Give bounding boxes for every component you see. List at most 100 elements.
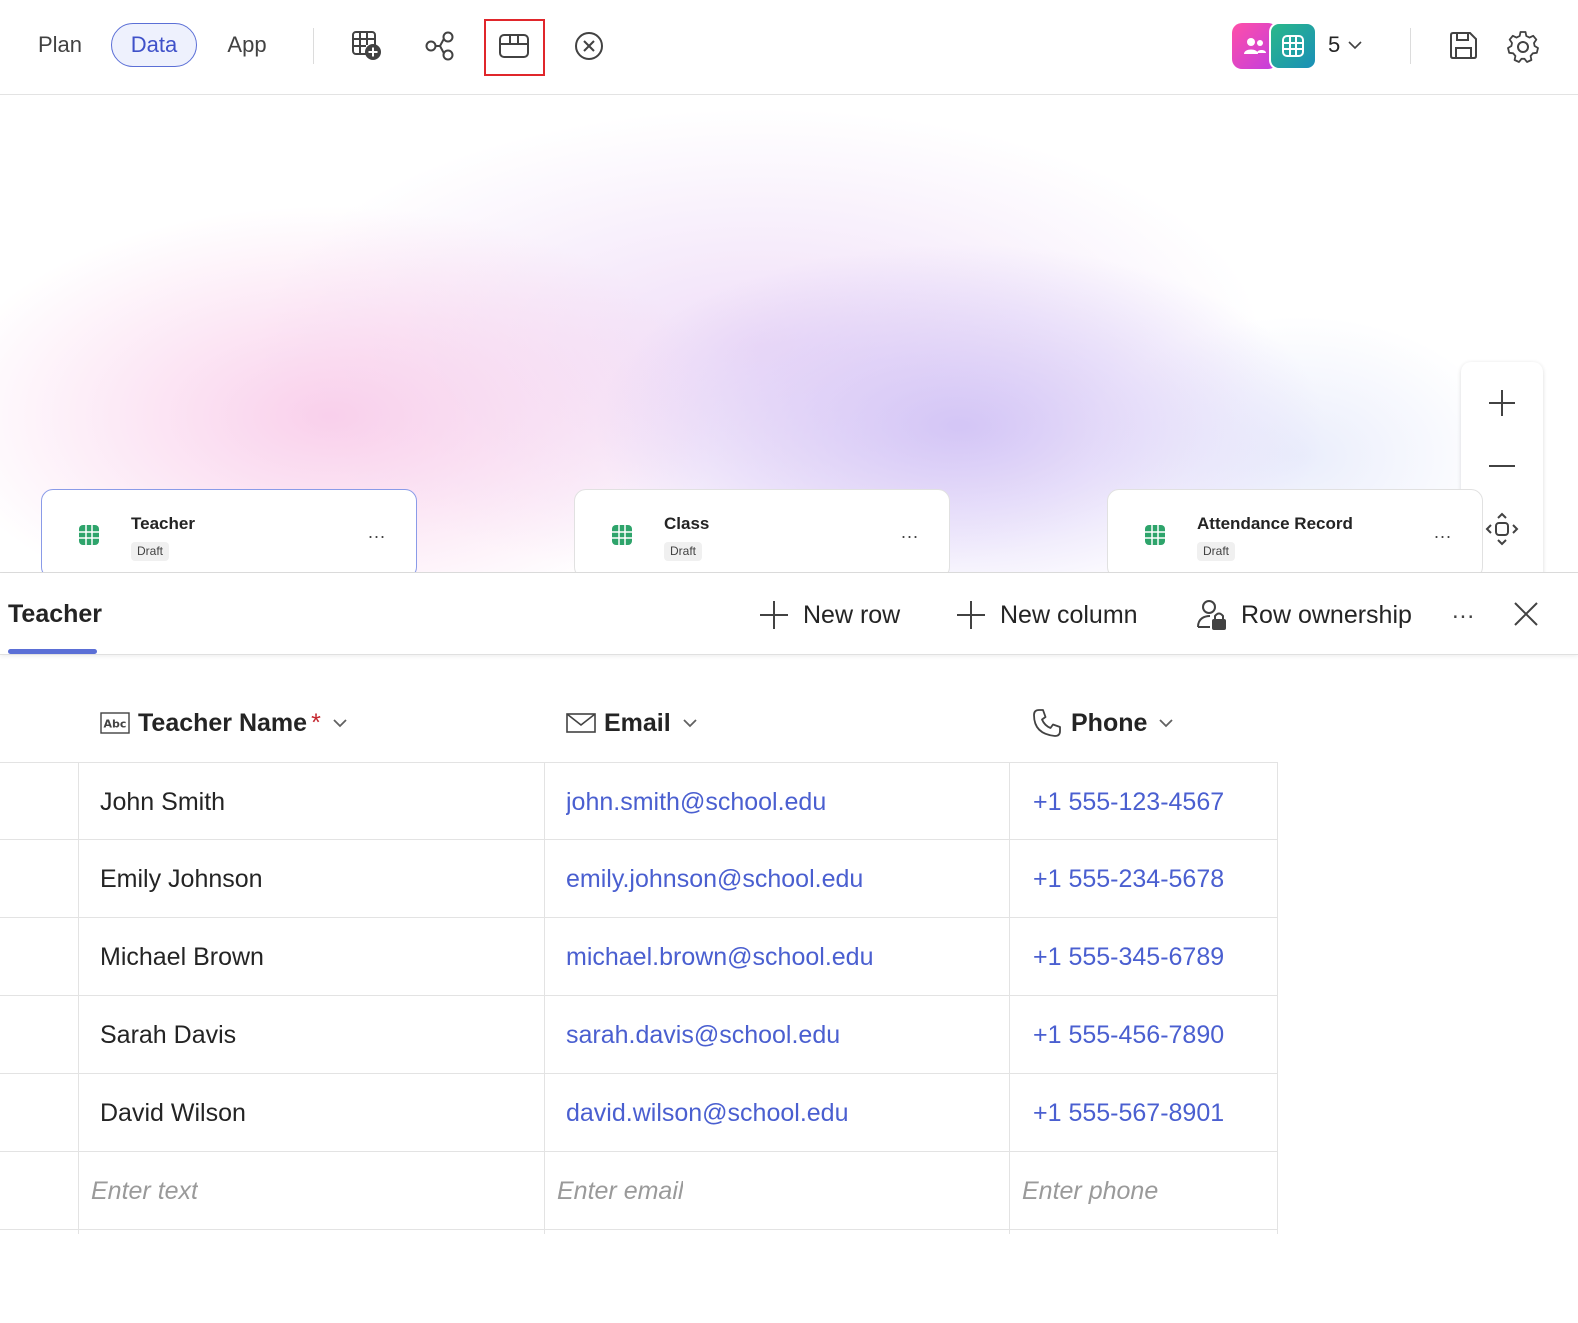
cell-teacher-name[interactable]: Emily Johnson: [100, 840, 263, 918]
more-options-button[interactable]: ...: [901, 522, 919, 543]
more-options-button[interactable]: ...: [368, 522, 386, 543]
cell-teacher-name[interactable]: Michael Brown: [100, 918, 264, 996]
gear-icon: [1507, 31, 1539, 63]
table-card-teacher[interactable]: Teacher Draft ...: [41, 489, 417, 579]
plus-icon: [957, 601, 985, 629]
column-divider: [1277, 762, 1278, 1234]
toolbar-divider: [313, 28, 314, 64]
table-card-class[interactable]: Class Draft ...: [574, 489, 950, 579]
new-row-label: New row: [803, 600, 901, 629]
column-header-label: Email: [604, 708, 671, 737]
chevron-down-icon[interactable]: [681, 714, 699, 732]
save-icon: [1450, 32, 1477, 59]
table-icon: [79, 525, 99, 545]
table-row[interactable]: John Smith john.smith@school.edu +1 555-…: [0, 762, 1278, 840]
table-row[interactable]: Michael Brown michael.brown@school.edu +…: [0, 918, 1278, 996]
zoom-out-button[interactable]: [1461, 435, 1543, 497]
relationships-icon: [425, 31, 454, 61]
mail-icon: [566, 712, 596, 734]
active-tab-indicator: [8, 649, 97, 654]
teacher-name-input[interactable]: Enter text: [91, 1152, 198, 1230]
relationships-button[interactable]: [412, 20, 468, 72]
cell-teacher-name[interactable]: Sarah Davis: [100, 996, 236, 1074]
table-row[interactable]: Sarah Davis sarah.davis@school.edu +1 55…: [0, 996, 1278, 1074]
new-column-button[interactable]: New column: [954, 595, 1138, 635]
toolbar-divider: [1410, 28, 1411, 64]
text-type-icon: Abc: [100, 712, 130, 734]
more-options-button[interactable]: ...: [1452, 597, 1475, 625]
cell-email[interactable]: david.wilson@school.edu: [566, 1074, 848, 1152]
panel-header: Teacher New row New column Row ownership…: [0, 573, 1578, 655]
table-card-title: Attendance Record: [1197, 514, 1353, 533]
cell-teacher-name[interactable]: David Wilson: [100, 1074, 246, 1152]
cell-email[interactable]: john.smith@school.edu: [566, 763, 826, 841]
add-table-button[interactable]: [339, 20, 395, 72]
column-header-email[interactable]: Email: [566, 703, 699, 743]
new-column-label: New column: [1000, 600, 1138, 629]
cell-phone[interactable]: +1 555-345-6789: [1033, 918, 1224, 996]
data-grid: John Smith john.smith@school.edu +1 555-…: [0, 762, 1278, 1230]
collaborator-count[interactable]: 5: [1328, 32, 1340, 58]
status-badge: Draft: [1197, 542, 1236, 561]
table-card-title: Teacher: [131, 514, 195, 533]
status-badge: Draft: [664, 542, 703, 561]
minus-icon: [1489, 465, 1515, 467]
cell-phone[interactable]: +1 555-234-5678: [1033, 840, 1224, 918]
cell-teacher-name[interactable]: John Smith: [100, 763, 225, 841]
cell-email[interactable]: michael.brown@school.edu: [566, 918, 873, 996]
table-card-attendance-record[interactable]: Attendance Record Draft ...: [1107, 489, 1483, 579]
table-card-title: Class: [664, 514, 710, 533]
close-icon[interactable]: [1511, 599, 1541, 629]
save-button[interactable]: [1435, 20, 1491, 72]
column-header-phone[interactable]: Phone: [1031, 703, 1175, 743]
email-input[interactable]: Enter email: [557, 1152, 683, 1230]
fit-view-icon: [1485, 512, 1519, 546]
new-row-button[interactable]: New row: [757, 595, 900, 635]
selection-highlight: [484, 19, 545, 76]
column-header-teacher-name[interactable]: Abc Teacher Name *: [100, 703, 349, 743]
cell-email[interactable]: emily.johnson@school.edu: [566, 840, 863, 918]
close-diagram-button[interactable]: [561, 20, 617, 72]
column-header-label: Teacher Name: [138, 708, 308, 737]
row-ownership-label: Row ownership: [1241, 600, 1412, 629]
top-toolbar: Plan Data App 5: [0, 0, 1578, 95]
required-marker: *: [311, 708, 321, 737]
table-icon: [612, 525, 632, 545]
settings-button[interactable]: [1495, 20, 1551, 72]
plus-icon: [1489, 390, 1515, 416]
plus-icon: [760, 601, 788, 629]
cell-email[interactable]: sarah.davis@school.edu: [566, 996, 840, 1074]
table-row[interactable]: Emily Johnson emily.johnson@school.edu +…: [0, 840, 1278, 918]
phone-input[interactable]: Enter phone: [1022, 1152, 1158, 1230]
tab-plan[interactable]: Plan: [22, 23, 98, 67]
zoom-in-button[interactable]: [1461, 372, 1543, 434]
tab-app[interactable]: App: [212, 23, 282, 67]
add-table-icon: [352, 31, 381, 60]
column-divider: [1009, 762, 1010, 1234]
panel-title[interactable]: Teacher: [8, 600, 102, 629]
close-circle-icon: [575, 32, 603, 60]
row-ownership-button[interactable]: Row ownership: [1195, 595, 1412, 635]
svg-text:Abc: Abc: [104, 718, 127, 731]
chevron-down-icon[interactable]: [1346, 36, 1364, 54]
person-lock-icon: [1197, 600, 1226, 630]
table-editor-panel: Teacher New row New column Row ownership…: [0, 572, 1578, 1323]
tab-data[interactable]: Data: [111, 23, 197, 67]
people-icon: [1244, 38, 1266, 54]
new-row-input[interactable]: Enter text Enter email Enter phone: [0, 1152, 1278, 1230]
cell-phone[interactable]: +1 555-456-7890: [1033, 996, 1224, 1074]
table-icon: [1145, 525, 1165, 545]
table-app-avatar[interactable]: [1269, 22, 1317, 70]
more-options-button[interactable]: ...: [1434, 522, 1452, 543]
chevron-down-icon[interactable]: [1157, 714, 1175, 732]
cell-phone[interactable]: +1 555-123-4567: [1033, 763, 1224, 841]
column-header-label: Phone: [1071, 708, 1148, 737]
column-divider: [544, 762, 545, 1234]
cell-phone[interactable]: +1 555-567-8901: [1033, 1074, 1224, 1152]
table-icon: [1282, 35, 1304, 57]
table-row[interactable]: David Wilson david.wilson@school.edu +1 …: [0, 1074, 1278, 1152]
status-badge: Draft: [131, 542, 170, 561]
phone-icon: [1031, 707, 1063, 739]
column-divider: [78, 762, 79, 1234]
chevron-down-icon[interactable]: [331, 714, 349, 732]
